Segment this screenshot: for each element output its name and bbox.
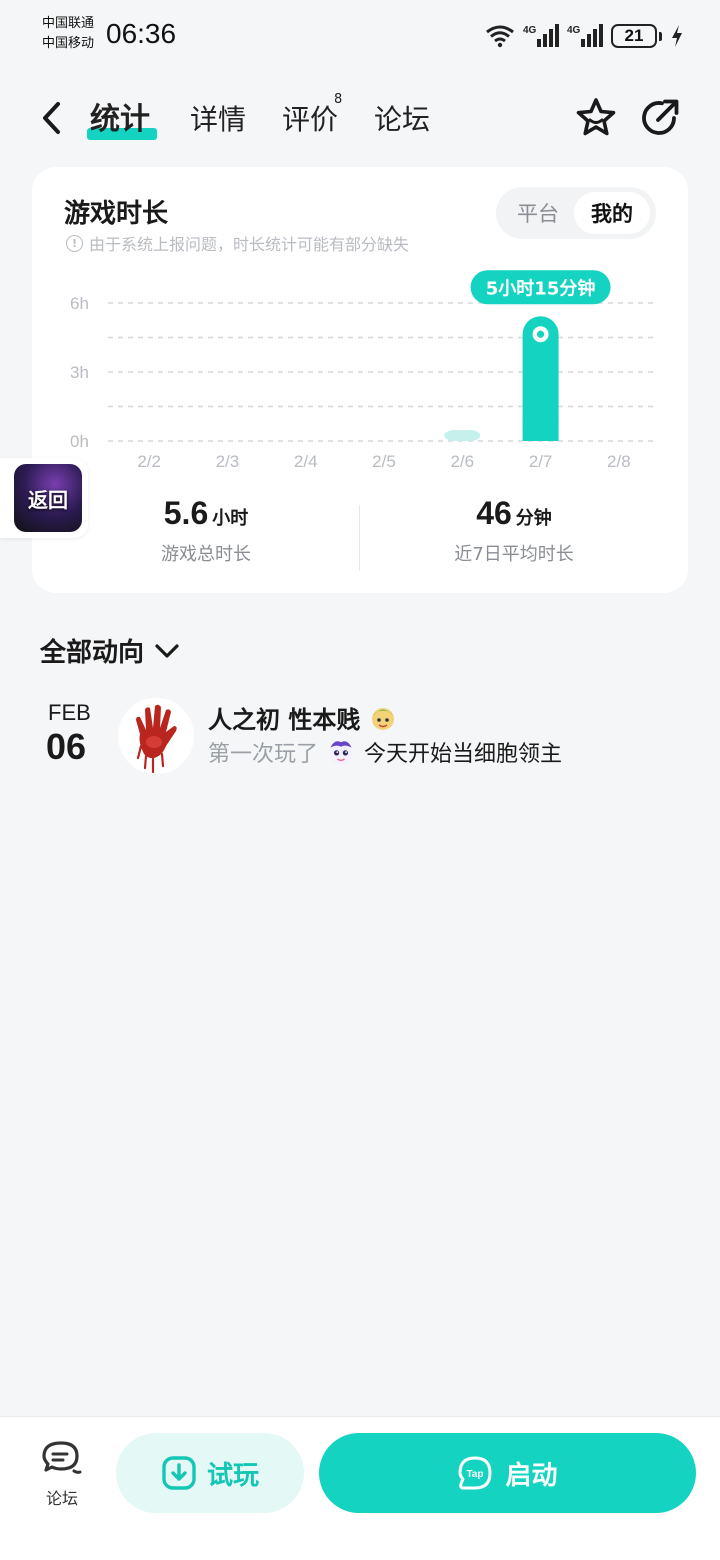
battery-indicator: 21: [611, 24, 657, 48]
tab-reviews[interactable]: 评价: [282, 100, 338, 140]
forum-label: 论坛: [45, 1489, 78, 1508]
chart-x-tick-label: 2/8: [607, 452, 631, 471]
chart-bar-base: [522, 421, 559, 441]
chart-x-tick-label: 2/5: [372, 452, 396, 471]
tab-forum[interactable]: 论坛: [374, 100, 430, 140]
chart-y-tick-label: 6h: [70, 294, 89, 313]
status-icons: 4G 4G 21: [485, 20, 684, 52]
feed-filter-dropdown[interactable]: 全部动向: [40, 632, 180, 669]
chart-bar: [444, 430, 481, 441]
chart-x-tick-label: 2/2: [137, 452, 161, 471]
tap-logo-text: Tap: [467, 1469, 484, 1480]
favorite-button[interactable]: [574, 96, 618, 140]
chart-x-tick-label: 2/3: [216, 452, 240, 471]
back-button[interactable]: [34, 98, 70, 138]
play-time-chart: 0h 3h 6h 2/2 2/3 2/4 2/5 2/6 5小时15分钟 2/7 2/8: [70, 270, 656, 471]
wifi-icon: [486, 25, 514, 48]
segment-platform[interactable]: 平台: [500, 192, 576, 234]
top-nav: 统计 详情 评价 8 论坛: [0, 80, 720, 160]
card-note-text: 由于系统上报问题，时长统计可能有部分缺失: [89, 235, 410, 254]
total-time-value: 5.6: [163, 495, 209, 531]
launch-button[interactable]: Tap 启动: [319, 1433, 696, 1513]
return-label: 返回: [28, 487, 68, 512]
feed-date-month: FEB: [48, 700, 91, 725]
back-icon: [43, 102, 60, 134]
signal-icon: 4G: [523, 24, 559, 47]
carrier-2: 中国移动: [42, 36, 95, 51]
trial-label: 试玩: [206, 1460, 259, 1491]
feed-game-name[interactable]: 今天开始当细胞领主: [364, 736, 562, 768]
play-time-card: 游戏时长 ! 由于系统上报问题，时长统计可能有部分缺失 平台 我的 0h 3h 6h…: [32, 167, 688, 593]
chart-x-tick-label: 2/4: [294, 452, 318, 471]
network-type-1: 4G: [523, 25, 537, 36]
taptap-logo-icon: Tap: [458, 1456, 492, 1490]
bottom-action-bar: 论坛 试玩 Tap 启动: [0, 1416, 720, 1560]
chart-tooltip-label: 5小时15分钟: [486, 277, 596, 299]
trial-play-button[interactable]: 试玩: [116, 1433, 304, 1513]
battery-nub: [659, 31, 662, 41]
handprint-avatar-image: [118, 698, 194, 774]
share-button[interactable]: [638, 96, 682, 140]
charging-icon: [672, 25, 682, 47]
average-time-stat: 46 分钟 近7日平均时长: [364, 495, 664, 566]
user-badge-icon: [372, 707, 395, 730]
game-icon[interactable]: [326, 737, 356, 767]
segment-mine[interactable]: 我的: [574, 192, 650, 234]
carrier-1: 中国联通: [42, 16, 95, 31]
user-avatar[interactable]: [118, 698, 194, 774]
scope-switch: 平台 我的: [496, 187, 656, 239]
tab-stats[interactable]: 统计: [90, 100, 150, 140]
signal-icon-2: 4G: [567, 24, 603, 47]
tab-details[interactable]: 详情: [190, 100, 246, 140]
share-icon: [642, 99, 679, 135]
reviews-count-badge: 8: [334, 92, 343, 107]
feed-username-row: 人之初 性本贱: [208, 700, 398, 735]
network-type-2: 4G: [567, 25, 581, 36]
chart-x-tick-label: 2/6: [450, 452, 474, 471]
download-icon: [162, 1456, 196, 1490]
total-time-label: 游戏总时长: [161, 544, 251, 565]
chart-x-tick-label: 2/7: [529, 452, 553, 471]
chevron-down-icon: [155, 643, 179, 658]
chart-y-tick-label: 3h: [70, 363, 89, 382]
chart-y-tick-label: 0h: [70, 432, 89, 451]
launch-label: 启动: [505, 1460, 558, 1491]
feed-username[interactable]: 人之初 性本贱: [208, 700, 360, 735]
feed-item[interactable]: FEB 06 人之初 性本贱 第一次玩了 今天开始当细胞领主: [40, 698, 680, 782]
feed-action-text: 第一次玩了: [208, 742, 319, 767]
card-note: ! 由于系统上报问题，时长统计可能有部分缺失: [66, 231, 409, 255]
feed-filter-label: 全部动向: [40, 638, 145, 668]
chart-bar-marker-dot: [536, 330, 545, 338]
carrier-names: 中国联通 中国移动: [42, 14, 94, 54]
average-time-label: 近7日平均时长: [454, 544, 574, 565]
forum-icon: [42, 1441, 82, 1474]
forum-button[interactable]: 论坛: [30, 1439, 94, 1509]
floating-return-button[interactable]: 返回: [0, 458, 88, 538]
status-bar: 中国联通 中国移动 06:36 4G 4G 21: [0, 0, 720, 72]
stat-divider: [359, 505, 360, 571]
card-title: 游戏时长: [64, 199, 169, 229]
average-time-unit: 分钟: [515, 508, 552, 529]
total-time-unit: 小时: [212, 508, 249, 529]
average-time-value: 46: [476, 495, 512, 531]
feed-date-day: 06: [46, 726, 87, 767]
star-icon: [576, 98, 616, 136]
info-icon: !: [66, 234, 83, 252]
status-time: 06:36: [106, 18, 177, 49]
feed-activity-line: 第一次玩了 今天开始当细胞领主: [208, 736, 562, 768]
game-thumbnail: 返回: [14, 464, 82, 532]
total-time-stat: 5.6 小时 游戏总时长: [56, 495, 356, 566]
